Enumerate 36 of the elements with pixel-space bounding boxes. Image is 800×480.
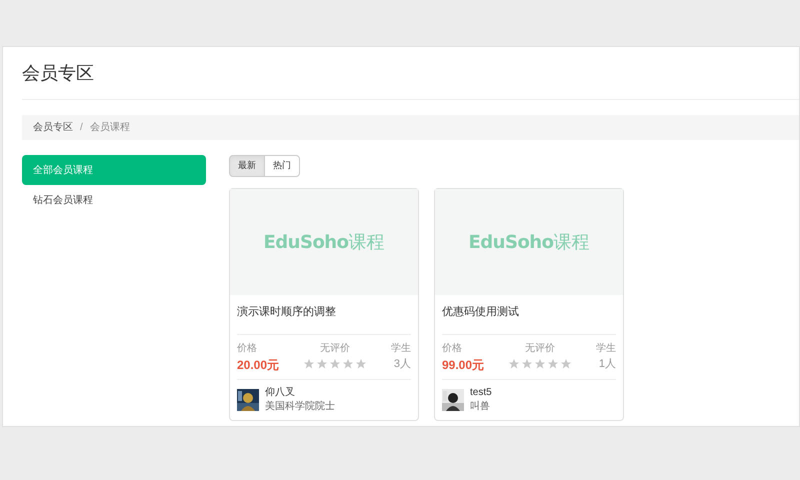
students-count: 1人	[598, 357, 616, 372]
students-label: 学生	[596, 342, 616, 356]
teacher-title: 美国科学院院士	[265, 400, 335, 414]
star-icon	[508, 358, 520, 370]
price-label: 价格	[237, 342, 258, 356]
teacher-name[interactable]: 仰八叉	[265, 386, 335, 400]
breadcrumb-link[interactable]: 会员专区	[33, 120, 73, 135]
students-count: 3人	[394, 357, 411, 372]
price-value: 99.00元	[442, 357, 484, 374]
teacher-name[interactable]: test5	[470, 386, 492, 400]
star-icon	[303, 358, 316, 370]
students-label: 学生	[391, 342, 411, 356]
cover-text: EduSoho课程	[468, 230, 590, 254]
star-icon	[355, 358, 368, 370]
price-label: 价格	[442, 342, 463, 356]
star-icon	[521, 358, 534, 370]
sidebar-item[interactable]: 钻石会员课程	[22, 185, 206, 215]
teacher-title: 叫兽	[470, 400, 491, 414]
cover-text: EduSoho课程	[263, 230, 384, 254]
course-card[interactable]: EduSoho课程 优惠码使用测试 价格 99.00元 无评价 学生 1人 test5 叫兽	[434, 188, 624, 421]
star-icon	[342, 358, 354, 370]
course-title[interactable]: 演示课时顺序的调整	[237, 304, 411, 334]
star-icon	[534, 358, 546, 370]
sort-tab[interactable]: 热门	[264, 155, 300, 177]
course-card[interactable]: EduSoho课程 演示课时顺序的调整 价格 20.00元 无评价 学生 3人 仰八叉 美国科学院院士	[229, 188, 419, 421]
price-value: 20.00元	[237, 357, 280, 374]
page-title: 会员专区	[22, 62, 94, 84]
rating-label: 无评价	[320, 342, 350, 356]
sort-tab[interactable]: 最新	[229, 155, 265, 177]
breadcrumb-separator: /	[80, 121, 83, 135]
rating-label: 无评价	[525, 342, 556, 356]
star-icon	[547, 358, 560, 370]
star-icon	[560, 358, 572, 370]
star-icon	[316, 358, 328, 370]
course-title[interactable]: 优惠码使用测试	[442, 304, 616, 334]
star-icon	[329, 358, 342, 370]
